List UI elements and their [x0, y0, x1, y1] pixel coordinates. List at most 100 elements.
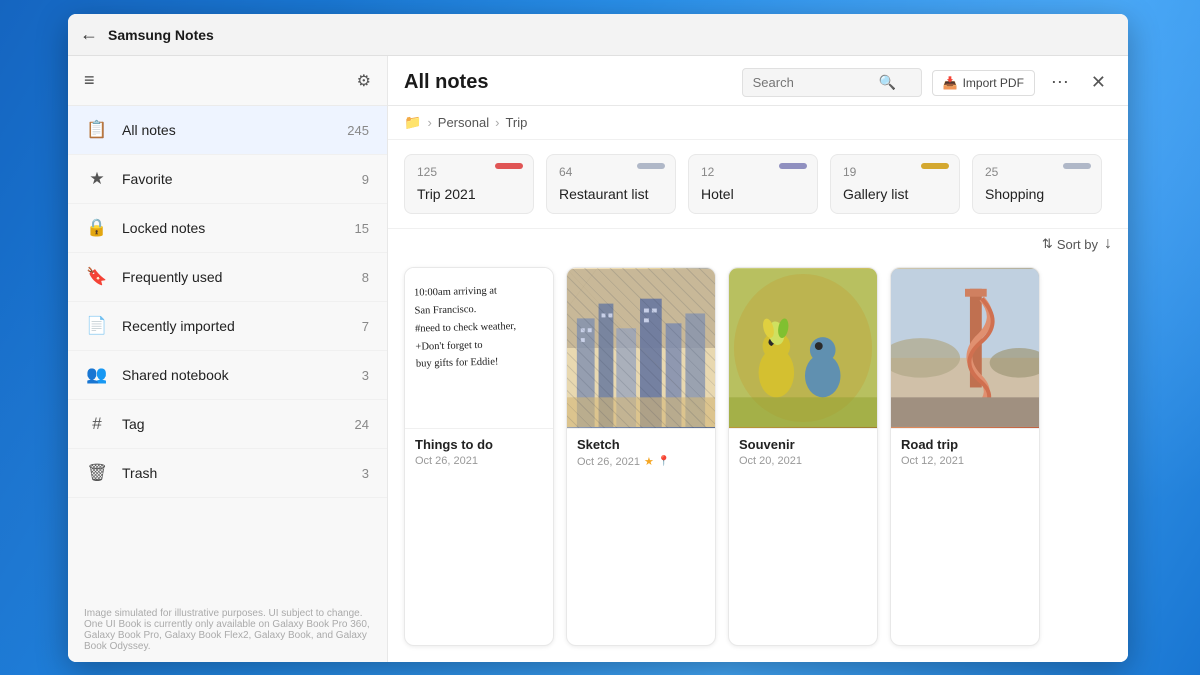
notes-panel-title: All notes	[404, 71, 732, 94]
sidebar-item-recently-imported[interactable]: 📄 Recently imported 7	[68, 302, 387, 351]
sidebar-tag-count: 24	[355, 417, 369, 432]
folder-tag-hotel	[779, 163, 807, 169]
sidebar-favorite-label: Favorite	[122, 171, 362, 187]
sidebar-item-shared-notebook[interactable]: 👥 Shared notebook 3	[68, 351, 387, 400]
folder-name-gallery-list: Gallery list	[843, 185, 947, 203]
sidebar-item-tag[interactable]: # Tag 24	[68, 400, 387, 449]
sidebar-favorite-icon: ★	[86, 169, 108, 189]
folder-card-hotel[interactable]: 12 Hotel	[688, 154, 818, 214]
sidebar-favorite-count: 9	[362, 172, 369, 187]
sort-icon: ⇅	[1042, 236, 1053, 252]
sidebar: ≡ ⚙ 📋 All notes 245 ★ Favorite 9 🔒 Locke…	[68, 56, 388, 662]
folder-name-hotel: Hotel	[701, 185, 805, 203]
roadtrip-svg	[891, 268, 1039, 428]
sidebar-recently-imported-label: Recently imported	[122, 318, 362, 334]
sidebar-all-notes-label: All notes	[122, 122, 347, 138]
import-pdf-icon: 📥	[943, 76, 958, 90]
folder-tag-shopping	[1063, 163, 1091, 169]
note-date-souvenir: Oct 20, 2021	[739, 455, 867, 467]
import-pdf-label: Import PDF	[963, 76, 1024, 90]
folder-tag-restaurant-list	[637, 163, 665, 169]
sort-bar: ⇅ Sort by ↓	[388, 229, 1128, 259]
note-image-road-trip	[891, 268, 1039, 428]
sidebar-footer: Image simulated for illustrative purpose…	[68, 598, 387, 662]
note-date-things-to-do: Oct 26, 2021	[415, 455, 543, 467]
sort-label: Sort by	[1057, 237, 1098, 252]
note-gps-sketch: 📍	[658, 456, 670, 467]
sidebar-item-frequently-used[interactable]: 🔖 Frequently used 8	[68, 253, 387, 302]
note-title-sketch: Sketch	[577, 437, 705, 452]
sidebar-trash-icon: 🗑	[86, 463, 108, 483]
note-date-sketch: Oct 26, 2021 ★ 📍	[577, 455, 705, 468]
note-info-sketch: Sketch Oct 26, 2021 ★ 📍	[567, 428, 715, 476]
sidebar-item-favorite[interactable]: ★ Favorite 9	[68, 155, 387, 204]
note-info-things-to-do: Things to do Oct 26, 2021	[405, 428, 553, 475]
souvenir-svg	[729, 268, 877, 428]
note-card-road-trip[interactable]: Road trip Oct 12, 2021	[890, 267, 1040, 646]
note-title-things-to-do: Things to do	[415, 437, 543, 452]
note-card-sketch[interactable]: Sketch Oct 26, 2021 ★ 📍	[566, 267, 716, 646]
notes-header: All notes 🔍 📥 Import PDF ⋯ ✕	[388, 56, 1128, 106]
sketch-svg	[567, 268, 715, 428]
sidebar-items-list: 📋 All notes 245 ★ Favorite 9 🔒 Locked no…	[68, 106, 387, 498]
folder-card-shopping[interactable]: 25 Shopping	[972, 154, 1102, 214]
sidebar-locked-notes-label: Locked notes	[122, 220, 355, 236]
sidebar-item-trash[interactable]: 🗑 Trash 3	[68, 449, 387, 498]
note-date-road-trip: Oct 12, 2021	[901, 455, 1029, 467]
sidebar-frequently-used-icon: 🔖	[86, 267, 108, 287]
notes-panel: All notes 🔍 📥 Import PDF ⋯ ✕ 📁 › Persona…	[388, 56, 1128, 662]
note-star-sketch: ★	[644, 455, 654, 468]
sidebar-recently-imported-icon: 📄	[86, 316, 108, 336]
back-button[interactable]: ←	[80, 24, 98, 45]
folders-section: 125 Trip 2021 64 Restaurant list 12 Hote…	[388, 140, 1128, 229]
note-info-souvenir: Souvenir Oct 20, 2021	[729, 428, 877, 475]
note-handwritten-things-to-do: 10:00am arriving atSan Francisco.#need t…	[405, 268, 553, 428]
sidebar-shared-notebook-label: Shared notebook	[122, 367, 362, 383]
sidebar-item-all-notes[interactable]: 📋 All notes 245	[68, 106, 387, 155]
sidebar-all-notes-count: 245	[347, 123, 369, 138]
sort-direction-icon[interactable]: ↓	[1104, 235, 1112, 253]
breadcrumb-personal[interactable]: Personal	[438, 115, 489, 130]
sidebar-locked-notes-count: 15	[355, 221, 369, 236]
sidebar-trash-label: Trash	[122, 465, 362, 481]
breadcrumb-sep-2: ›	[495, 115, 499, 130]
breadcrumb-trip[interactable]: Trip	[505, 115, 527, 130]
main-content: ≡ ⚙ 📋 All notes 245 ★ Favorite 9 🔒 Locke…	[68, 56, 1128, 662]
search-icon[interactable]: 🔍	[879, 74, 896, 91]
folder-card-restaurant-list[interactable]: 64 Restaurant list	[546, 154, 676, 214]
import-pdf-button[interactable]: 📥 Import PDF	[932, 70, 1035, 96]
search-input[interactable]	[753, 75, 873, 90]
sidebar-item-locked-notes[interactable]: 🔒 Locked notes 15	[68, 204, 387, 253]
search-box[interactable]: 🔍	[742, 68, 922, 97]
notes-grid: 10:00am arriving atSan Francisco.#need t…	[388, 259, 1128, 662]
close-button[interactable]: ✕	[1085, 70, 1112, 95]
sidebar-locked-notes-icon: 🔒	[86, 218, 108, 238]
sidebar-shared-notebook-count: 3	[362, 368, 369, 383]
note-image-souvenir	[729, 268, 877, 428]
folder-name-shopping: Shopping	[985, 185, 1089, 203]
sidebar-shared-notebook-icon: 👥	[86, 365, 108, 385]
folder-name-trip-2021: Trip 2021	[417, 185, 521, 203]
note-title-road-trip: Road trip	[901, 437, 1029, 452]
note-title-souvenir: Souvenir	[739, 437, 867, 452]
sidebar-frequently-used-count: 8	[362, 270, 369, 285]
sidebar-header: ≡ ⚙	[68, 56, 387, 106]
folder-card-trip-2021[interactable]: 125 Trip 2021	[404, 154, 534, 214]
folder-tag-gallery-list	[921, 163, 949, 169]
settings-icon[interactable]: ⚙	[357, 71, 371, 91]
folder-tag-trip-2021	[495, 163, 523, 169]
sidebar-frequently-used-label: Frequently used	[122, 269, 362, 285]
sort-button[interactable]: ⇅ Sort by	[1042, 236, 1098, 252]
app-window: ← Samsung Notes ≡ ⚙ 📋 All notes 245 ★ Fa…	[68, 14, 1128, 662]
folder-card-gallery-list[interactable]: 19 Gallery list	[830, 154, 960, 214]
hamburger-icon[interactable]: ≡	[84, 70, 95, 91]
more-options-button[interactable]: ⋯	[1045, 70, 1075, 95]
note-card-souvenir[interactable]: Souvenir Oct 20, 2021	[728, 267, 878, 646]
sidebar-trash-count: 3	[362, 466, 369, 481]
breadcrumb: 📁 › Personal › Trip	[388, 106, 1128, 140]
sidebar-tag-label: Tag	[122, 416, 355, 432]
note-card-things-to-do[interactable]: 10:00am arriving atSan Francisco.#need t…	[404, 267, 554, 646]
folder-name-restaurant-list: Restaurant list	[559, 185, 663, 203]
sidebar-tag-icon: #	[86, 414, 108, 434]
app-title: Samsung Notes	[108, 27, 214, 43]
